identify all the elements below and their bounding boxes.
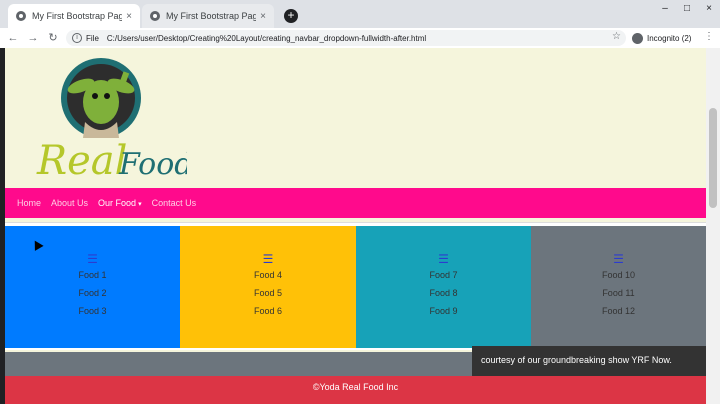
reload-icon[interactable]: ↻ xyxy=(46,31,60,45)
back-icon[interactable]: ← xyxy=(6,31,20,45)
dropdown-item-food-6[interactable]: Food 6 xyxy=(254,304,282,318)
dropdown-item-food-5[interactable]: Food 5 xyxy=(254,286,282,300)
info-icon[interactable]: i xyxy=(72,33,82,43)
dropdown-item-food-7[interactable]: Food 7 xyxy=(429,268,457,282)
browser-toolbar: ← → ↻ i File C:/Users/user/Desktop/Creat… xyxy=(0,28,720,48)
dropdown-item-food-10[interactable]: Food 10 xyxy=(602,268,635,282)
browser-window: My First Bootstrap Page × My First Boots… xyxy=(0,0,720,404)
dropdown-item-food-2[interactable]: Food 2 xyxy=(78,286,106,300)
dropdown-column-4: ☰ Food 10 Food 11 Food 12 xyxy=(531,226,706,348)
dropdown-item-food-3[interactable]: Food 3 xyxy=(78,304,106,318)
list-icon: ☰ xyxy=(87,252,98,266)
dropdown-column-3: ☰ Food 7 Food 8 Food 9 xyxy=(356,226,531,348)
address-url[interactable]: C:/Users/user/Desktop/Creating%20Layout/… xyxy=(107,34,426,43)
nav-about-us[interactable]: About Us xyxy=(51,198,88,208)
tab-title: My First Bootstrap Page xyxy=(32,11,122,21)
minimize-button[interactable]: – xyxy=(654,2,676,16)
dropdown-item-food-9[interactable]: Food 9 xyxy=(429,304,457,318)
vertical-scrollbar[interactable] xyxy=(706,48,720,404)
close-tab-icon[interactable]: × xyxy=(122,11,136,22)
fullwidth-dropdown: ☰ Food 1 Food 2 Food 3 ☰ Food 4 Food 5 F… xyxy=(5,222,706,350)
nav-our-food[interactable]: Our Food ▾ xyxy=(98,198,142,208)
carousel-caption: courtesy of our groundbreaking show YRF … xyxy=(472,346,706,376)
dropdown-item-food-11[interactable]: Food 11 xyxy=(602,286,634,300)
list-icon: ☰ xyxy=(613,252,624,266)
dropdown-item-food-4[interactable]: Food 4 xyxy=(254,268,282,282)
bookmark-star-icon[interactable]: ☆ xyxy=(612,31,621,42)
tab-strip: My First Bootstrap Page × My First Boots… xyxy=(0,0,720,28)
list-icon: ☰ xyxy=(262,252,274,266)
new-tab-button[interactable]: + xyxy=(284,9,298,23)
kebab-menu-icon[interactable]: ⋮ xyxy=(704,31,714,42)
page-viewport: Real Food Home About Us Our Food ▾ Contac… xyxy=(5,48,706,404)
address-scheme-label: File xyxy=(86,33,99,43)
close-tab-icon[interactable]: × xyxy=(256,11,270,22)
browser-tab-1[interactable]: My First Bootstrap Page × xyxy=(8,4,140,28)
address-bar[interactable]: i File C:/Users/user/Desktop/Creating%20… xyxy=(66,30,626,46)
browser-tab-2[interactable]: My First Bootstrap Page × xyxy=(142,4,274,28)
logo-text-real: Real xyxy=(36,138,127,184)
site-navbar: Home About Us Our Food ▾ Contact Us xyxy=(5,188,706,218)
nav-home[interactable]: Home xyxy=(17,198,41,208)
globe-icon xyxy=(150,11,160,21)
dropdown-item-food-1[interactable]: Food 1 xyxy=(78,268,106,282)
profile-label: Incognito (2) xyxy=(647,33,692,43)
site-header: Real Food xyxy=(5,48,706,188)
dropdown-item-food-12[interactable]: Food 12 xyxy=(602,304,635,318)
incognito-icon xyxy=(632,32,643,44)
scrollbar-thumb[interactable] xyxy=(709,108,717,208)
profile-button[interactable]: Incognito (2) xyxy=(632,31,691,45)
nav-contact-us[interactable]: Contact Us xyxy=(152,198,197,208)
caret-down-icon: ▾ xyxy=(138,201,142,208)
nav-our-food-label: Our Food xyxy=(98,198,137,208)
site-footer: ©Yoda Real Food Inc xyxy=(5,376,706,404)
logo-text-food: Food xyxy=(118,147,187,182)
globe-icon xyxy=(16,11,26,21)
maximize-button[interactable]: □ xyxy=(676,2,698,16)
list-icon: ☰ xyxy=(438,252,449,266)
tab-title: My First Bootstrap Page xyxy=(166,11,256,21)
close-window-button[interactable]: × xyxy=(698,2,720,16)
real-food-logo[interactable]: Real Food xyxy=(15,52,187,184)
forward-icon[interactable]: → xyxy=(26,31,40,45)
dropdown-item-food-8[interactable]: Food 8 xyxy=(429,286,457,300)
dropdown-column-2: ☰ Food 4 Food 5 Food 6 xyxy=(180,226,356,348)
